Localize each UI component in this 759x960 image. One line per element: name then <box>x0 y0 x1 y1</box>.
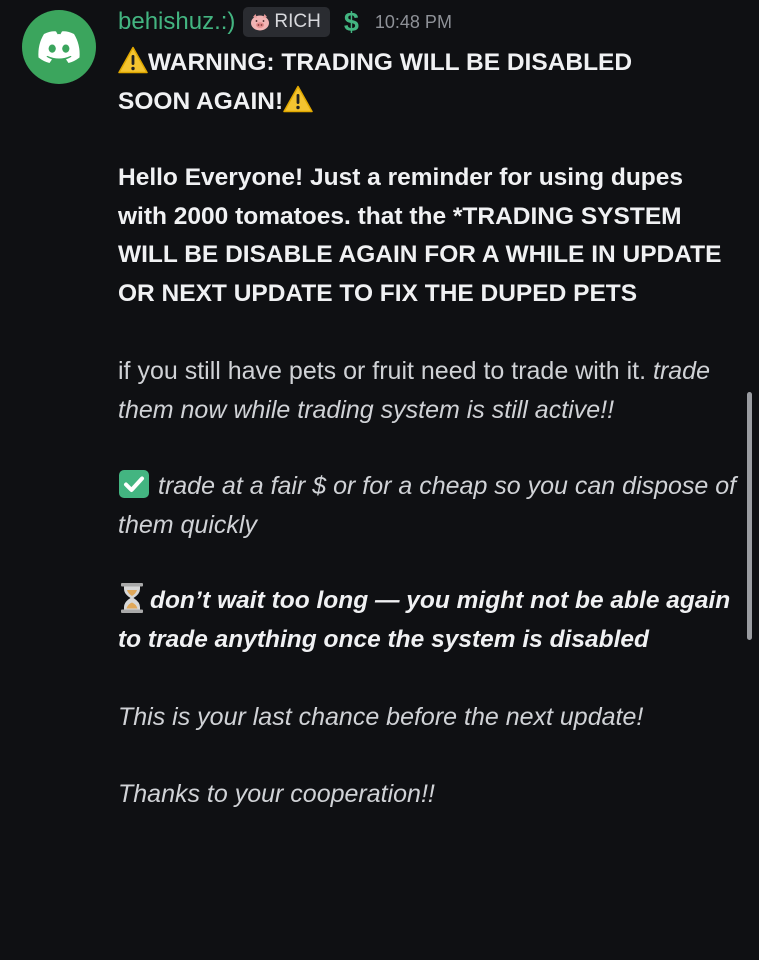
dollar-badge: $ <box>343 6 359 37</box>
hourglass-icon <box>121 583 143 613</box>
warning-icon <box>283 85 313 112</box>
warning-title: WARNING: TRADING WILL BE DISABLED SOON AG… <box>118 44 738 121</box>
message-content: WARNING: TRADING WILL BE DISABLED SOON AG… <box>118 44 738 813</box>
message-header: behishuz.:) RICH $ 10:48 PM <box>118 4 452 40</box>
scrollbar-thumb[interactable] <box>747 392 752 640</box>
reminder-plain-text: if you still have pets or fruit need to … <box>118 357 647 385</box>
tip-paragraph: trade at a fair $ or for a cheap so you … <box>118 467 738 544</box>
tip-text: trade at a fair $ or for a cheap so you … <box>118 472 737 539</box>
role-tag-label: RICH <box>274 11 321 32</box>
reminder-paragraph: if you still have pets or fruit need to … <box>118 352 738 429</box>
warning-title-line1: WARNING: TRADING WILL BE DISABLED <box>148 49 633 76</box>
thanks-paragraph: Thanks to your cooperation!! <box>118 779 435 808</box>
chat-message: behishuz.:) RICH $ 10:48 PM WARNING: TRA… <box>0 0 759 960</box>
greeting-paragraph: Hello Everyone! Just a reminder for usin… <box>118 164 722 307</box>
urgent-text: don’t wait too long — you might not be a… <box>118 587 731 653</box>
warning-title-line2: SOON AGAIN! <box>118 87 284 115</box>
role-tag[interactable]: RICH <box>243 7 330 37</box>
urgent-paragraph: don’t wait too long — you might not be a… <box>118 582 738 659</box>
pig-face-icon <box>251 14 270 31</box>
last-chance-paragraph: This is your last chance before the next… <box>118 703 644 731</box>
check-mark-icon <box>119 470 149 498</box>
timestamp[interactable]: 10:48 PM <box>375 12 452 33</box>
username[interactable]: behishuz.:) <box>118 8 235 36</box>
avatar[interactable] <box>22 10 96 84</box>
warning-icon <box>118 46 148 74</box>
discord-logo-icon <box>38 31 80 63</box>
